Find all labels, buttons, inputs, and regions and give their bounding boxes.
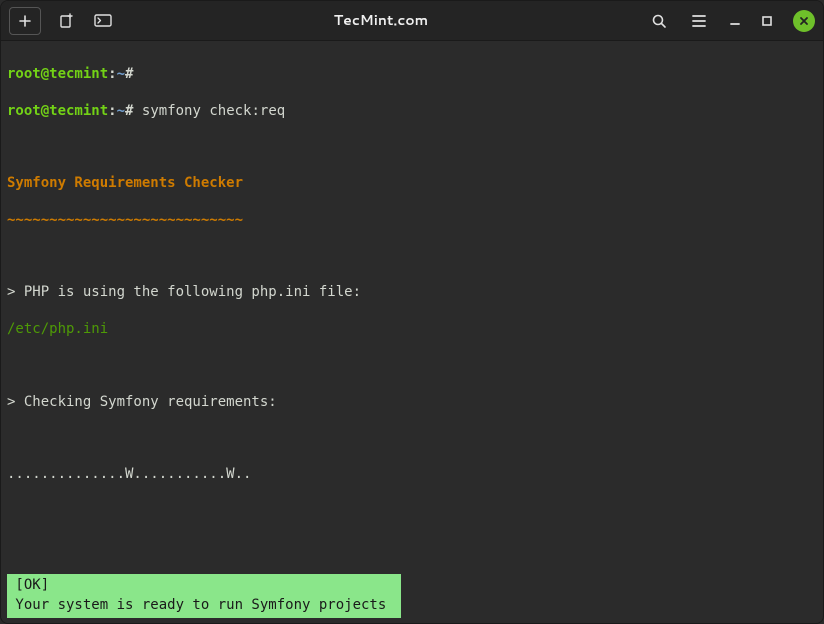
window-title: TecMint.com bbox=[125, 11, 637, 29]
php-ini-label: > PHP is using the following php.ini fil… bbox=[7, 283, 817, 301]
checker-header-tilde: ~~~~~~~~~~~~~~~~~~~~~~~~~~~~ bbox=[7, 212, 243, 228]
prompt-line-2: root@tecmint:~# symfony check:req bbox=[7, 102, 817, 120]
prompt-path: ~ bbox=[117, 103, 125, 119]
blank-line bbox=[7, 247, 817, 265]
menu-button[interactable] bbox=[681, 5, 717, 37]
terminal-icon bbox=[94, 14, 112, 28]
terminal-body[interactable]: root@tecmint:~# root@tecmint:~# symfony … bbox=[1, 41, 823, 623]
prompt-user: root@tecmint bbox=[7, 66, 108, 82]
checking-label: > Checking Symfony requirements: bbox=[7, 393, 817, 411]
terminal-window: TecMint.com root@tecmint:~# root@tecmint… bbox=[0, 0, 824, 624]
titlebar-right bbox=[641, 5, 815, 37]
new-tab-button[interactable] bbox=[9, 7, 41, 35]
blank-line bbox=[7, 502, 817, 520]
blank-line bbox=[7, 538, 817, 556]
minimize-icon bbox=[729, 15, 741, 27]
plus-icon bbox=[18, 14, 32, 28]
search-button[interactable] bbox=[641, 5, 677, 37]
prompt-hash: # bbox=[125, 66, 133, 82]
prompt-colon: : bbox=[108, 66, 116, 82]
titlebar: TecMint.com bbox=[1, 1, 823, 41]
terminal-select-button[interactable] bbox=[85, 5, 121, 37]
search-icon bbox=[651, 13, 667, 29]
progress-dots: ..............W...........W.. bbox=[7, 465, 817, 483]
close-button[interactable] bbox=[793, 10, 815, 32]
blank-line bbox=[7, 429, 817, 447]
checker-header: Symfony Requirements Checker bbox=[7, 175, 243, 191]
prompt-path: ~ bbox=[117, 66, 125, 82]
close-icon bbox=[799, 16, 809, 26]
titlebar-left bbox=[9, 5, 121, 37]
php-ini-path: /etc/php.ini bbox=[7, 321, 108, 337]
prompt-line-1: root@tecmint:~# bbox=[7, 65, 817, 83]
new-window-icon bbox=[59, 13, 75, 29]
maximize-icon bbox=[761, 15, 773, 27]
ok-line-2: Your system is ready to run Symfony proj… bbox=[7, 596, 401, 616]
ok-status-block: [OK] Your system is ready to run Symfony… bbox=[7, 574, 401, 617]
blank-line bbox=[7, 356, 817, 374]
prompt-colon: : bbox=[108, 103, 116, 119]
blank-line bbox=[7, 138, 817, 156]
command-text: symfony check:req bbox=[142, 103, 285, 119]
new-window-button[interactable] bbox=[49, 5, 85, 37]
ok-line-1: [OK] bbox=[7, 576, 401, 596]
minimize-button[interactable] bbox=[721, 7, 749, 35]
prompt-user: root@tecmint bbox=[7, 103, 108, 119]
maximize-button[interactable] bbox=[753, 7, 781, 35]
hamburger-icon bbox=[691, 14, 707, 28]
